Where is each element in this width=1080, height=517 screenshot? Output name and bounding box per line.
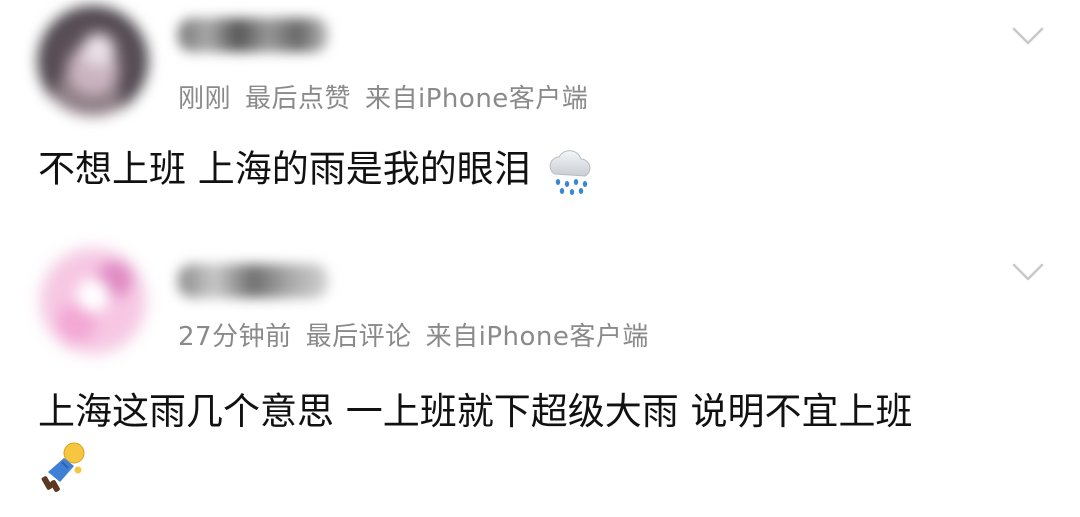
avatar[interactable]	[38, 6, 148, 116]
comment-body: 不想上班 上海的雨是我的眼泪	[38, 147, 531, 191]
username[interactable]	[178, 264, 328, 298]
activity-label: 最后点赞	[245, 84, 352, 114]
source-label: 来自iPhone客户端	[365, 84, 589, 114]
chevron-down-icon[interactable]	[1012, 262, 1044, 282]
comment-body: 上海这雨几个意思 一上班就下超级大雨 说明不宜上班	[38, 390, 913, 433]
timestamp: 刚刚	[178, 84, 232, 114]
comment-item: 刚刚 最后点赞 来自iPhone客户端 不想上班 上海的雨是我的眼泪	[0, 0, 1080, 240]
comment-text: 上海这雨几个意思 一上班就下超级大雨 说明不宜上班	[38, 390, 913, 434]
source-label: 来自iPhone客户端	[425, 322, 649, 352]
comment-text: 不想上班 上海的雨是我的眼泪	[38, 144, 597, 198]
timestamp: 27分钟前	[178, 322, 292, 352]
username[interactable]	[178, 18, 328, 52]
comment-item: 27分钟前 最后评论 来自iPhone客户端 上海这雨几个意思 一上班就下超级大雨 …	[0, 240, 1080, 517]
rain-cloud-icon	[549, 150, 590, 195]
activity-label: 最后评论	[305, 322, 412, 352]
comment-meta: 27分钟前 最后评论 来自iPhone客户端	[178, 316, 663, 353]
avatar[interactable]	[38, 246, 148, 356]
lying-down-person-icon	[41, 442, 85, 492]
chevron-down-icon[interactable]	[1012, 26, 1044, 46]
comment-meta: 刚刚 最后点赞 来自iPhone客户端	[178, 78, 602, 115]
